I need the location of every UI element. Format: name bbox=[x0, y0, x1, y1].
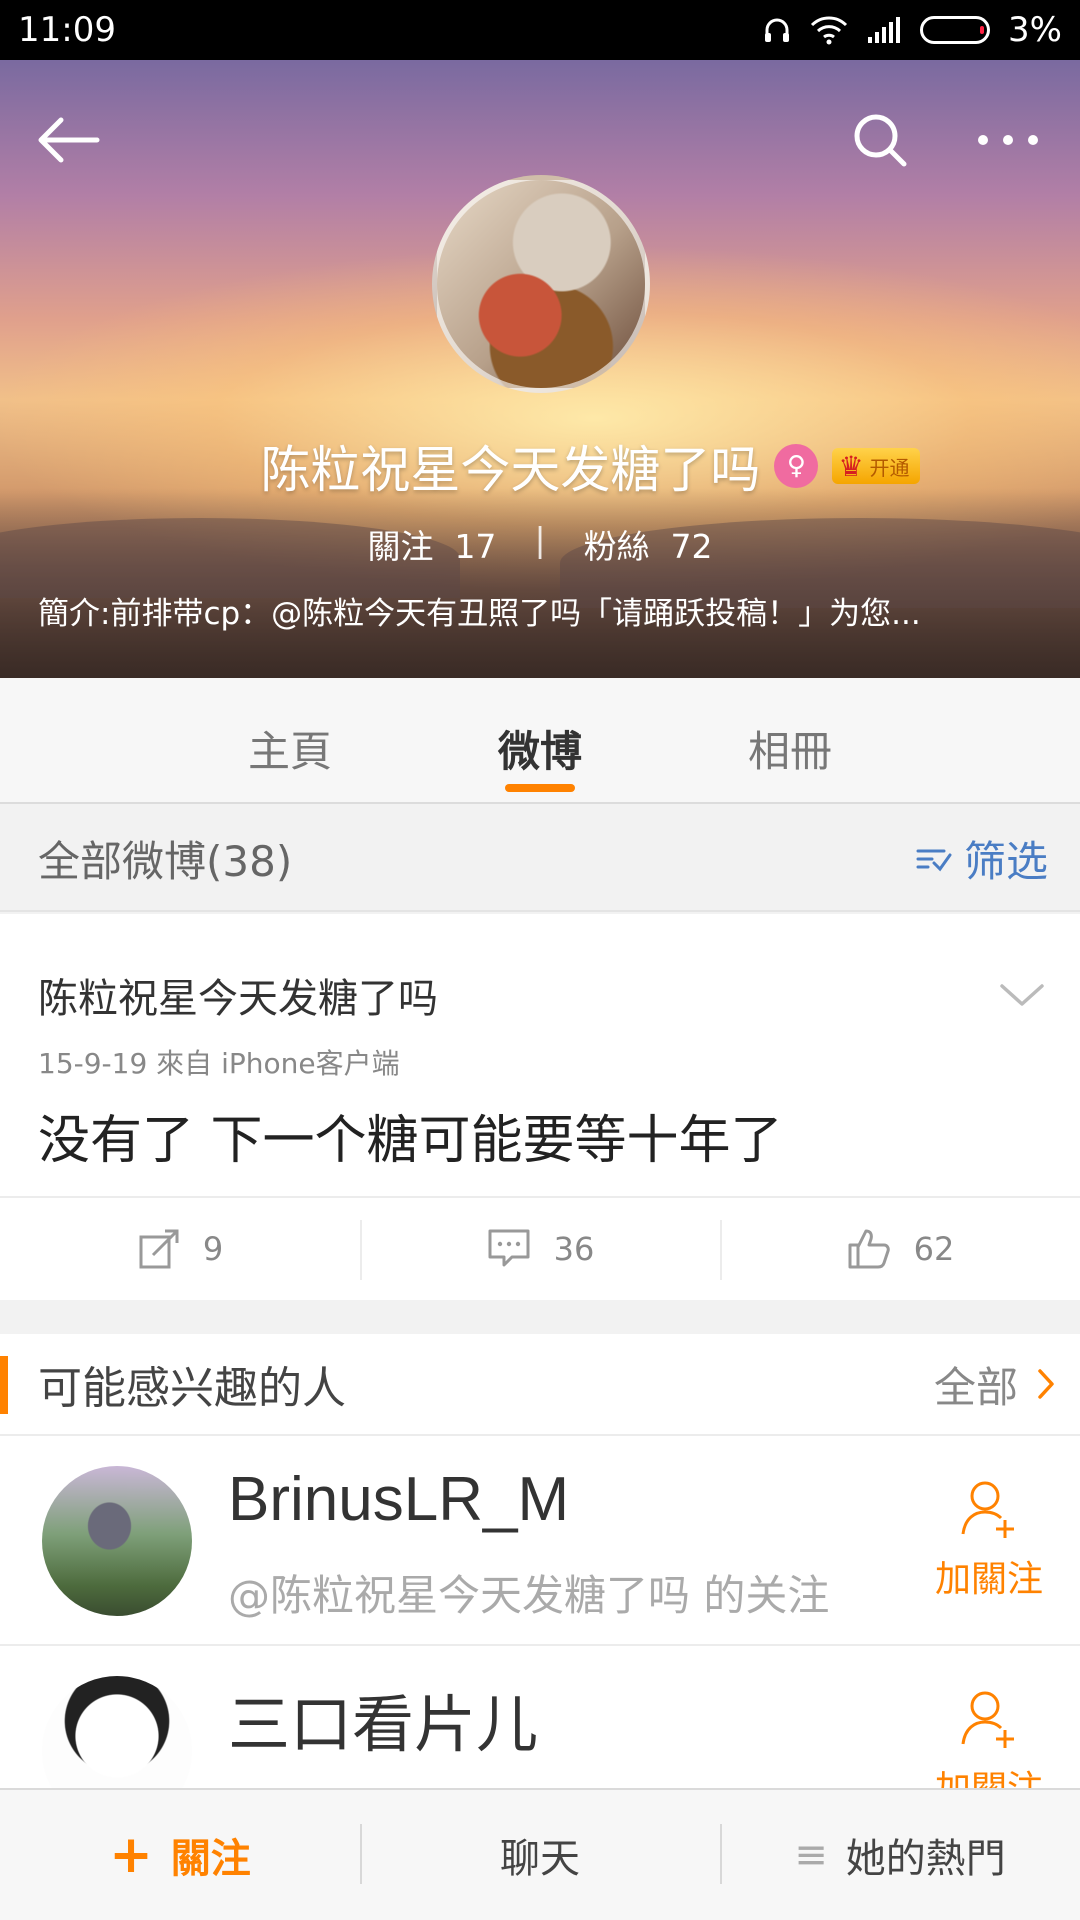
person-name[interactable]: 三口看片儿 bbox=[228, 1674, 538, 1764]
all-weibo-title: 全部微博(38) bbox=[38, 836, 293, 886]
back-button[interactable] bbox=[28, 100, 108, 180]
comment-icon bbox=[488, 1229, 530, 1267]
tab-home[interactable]: 主頁 bbox=[165, 678, 415, 802]
filter-icon bbox=[916, 849, 952, 872]
add-user-icon bbox=[961, 1691, 1014, 1748]
add-follow-label: 加關注 bbox=[934, 1559, 1043, 1600]
profile-tabs: 主頁 微博 相冊 bbox=[0, 678, 1080, 804]
chevron-right-icon bbox=[1038, 1369, 1054, 1399]
follow-button[interactable]: + 關注 bbox=[0, 1790, 360, 1920]
filter-button[interactable]: 筛选 bbox=[914, 828, 1048, 889]
following-count[interactable]: 關注 17 bbox=[367, 520, 496, 568]
counts-divider: | bbox=[534, 520, 546, 559]
thumbs-up-icon bbox=[848, 1229, 890, 1269]
status-icons: 3% bbox=[762, 10, 1062, 50]
repost-button[interactable]: 9 bbox=[0, 1198, 360, 1300]
like-count: 62 bbox=[913, 1230, 955, 1268]
search-button[interactable] bbox=[840, 100, 920, 180]
suggested-title: 可能感兴趣的人 bbox=[38, 1363, 346, 1414]
post-header: 陈粒祝星今天发糖了吗 15-9-19 來自 iPhone客户端 bbox=[38, 966, 438, 1082]
comment-count: 36 bbox=[553, 1230, 595, 1268]
battery-percent: 3% bbox=[1008, 10, 1062, 50]
more-button[interactable] bbox=[968, 100, 1048, 180]
person-name[interactable]: BrinusLR_M bbox=[228, 1464, 569, 1535]
repost-count: 9 bbox=[202, 1230, 224, 1268]
person-subtitle: @陈粒祝星今天发糖了吗 的关注 bbox=[228, 1571, 830, 1620]
profile-bio[interactable]: 簡介:前排带cp：@陈粒今天有丑照了吗「请踊跃投稿！」为您... bbox=[38, 588, 1043, 633]
more-dots-icon bbox=[978, 135, 1038, 145]
female-icon: ♀ bbox=[774, 444, 819, 488]
weibo-post[interactable]: 陈粒祝星今天发糖了吗 15-9-19 來自 iPhone客户端 没有了 下一个糖… bbox=[0, 914, 1080, 1300]
profile-counts: 關注 17 | 粉絲 72 bbox=[0, 520, 1080, 568]
bottom-action-bar: + 關注 聊天 ≡ 她的熱門 bbox=[0, 1788, 1080, 1920]
profile-name-row: 陈粒祝星今天发糖了吗 ♀ ♛ 开通 bbox=[0, 430, 1080, 502]
list-item[interactable]: BrinusLR_M @陈粒祝星今天发糖了吗 的关注 加關注 bbox=[0, 1436, 1080, 1646]
post-menu-button[interactable] bbox=[992, 966, 1052, 1026]
signal-icon bbox=[868, 17, 901, 43]
chat-label: 聊天 bbox=[500, 1836, 580, 1882]
follow-label: 關注 bbox=[170, 1836, 251, 1882]
arrow-left-icon bbox=[38, 117, 100, 163]
crown-icon: ♛ bbox=[838, 449, 864, 483]
repost-icon bbox=[139, 1229, 179, 1269]
fans-count[interactable]: 粉絲 72 bbox=[584, 520, 713, 568]
tab-weibo[interactable]: 微博 bbox=[415, 678, 665, 802]
profile-avatar[interactable] bbox=[432, 175, 650, 393]
status-time: 11:09 bbox=[18, 10, 116, 50]
tab-album[interactable]: 相冊 bbox=[665, 678, 915, 802]
suggested-people-section: 可能感兴趣的人 全部 BrinusLR_M @陈粒祝星今天发糖了吗 的关注 加關… bbox=[0, 1334, 1080, 1856]
cover-mountains bbox=[0, 488, 1080, 678]
post-author[interactable]: 陈粒祝星今天发糖了吗 bbox=[38, 966, 438, 1024]
chevron-down-icon bbox=[1000, 984, 1044, 1006]
chat-button[interactable]: 聊天 bbox=[360, 1790, 720, 1920]
vip-label: 开通 bbox=[869, 455, 910, 480]
add-follow-button[interactable]: 加關注 bbox=[924, 1476, 1054, 1602]
suggested-all-button[interactable]: 全部 bbox=[934, 1354, 1056, 1415]
post-meta: 15-9-19 來自 iPhone客户端 bbox=[38, 1047, 400, 1080]
battery-icon bbox=[920, 16, 991, 44]
wifi-icon bbox=[810, 16, 848, 45]
search-icon bbox=[854, 114, 907, 167]
headphones-icon bbox=[765, 18, 790, 42]
profile-cover: 陈粒祝星今天发糖了吗 ♀ ♛ 开通 關注 17 | 粉絲 72 簡介:前排带cp… bbox=[0, 60, 1080, 678]
her-hot-label: 她的熱門 bbox=[845, 1836, 1006, 1882]
like-button[interactable]: 62 bbox=[720, 1198, 1080, 1300]
list-icon: ≡ bbox=[794, 1832, 828, 1878]
her-hot-button[interactable]: ≡ 她的熱門 bbox=[720, 1790, 1080, 1920]
post-text: 没有了 下一个糖可能要等十年了 bbox=[38, 1111, 783, 1171]
all-weibo-bar: 全部微博(38) 筛选 bbox=[0, 806, 1080, 912]
avatar[interactable] bbox=[42, 1466, 192, 1616]
vip-badge[interactable]: ♛ 开通 bbox=[832, 448, 920, 484]
filter-label: 筛选 bbox=[963, 836, 1048, 886]
plus-icon: + bbox=[109, 1825, 153, 1885]
suggested-all-label: 全部 bbox=[933, 1362, 1018, 1412]
profile-name: 陈粒祝星今天发糖了吗 bbox=[260, 441, 761, 499]
comment-button[interactable]: 36 bbox=[360, 1198, 720, 1300]
post-actions: 9 36 62 bbox=[0, 1196, 1080, 1300]
status-bar: 11:09 3% bbox=[0, 0, 1080, 60]
add-user-icon bbox=[961, 1481, 1014, 1538]
suggested-header: 可能感兴趣的人 全部 bbox=[0, 1334, 1080, 1436]
